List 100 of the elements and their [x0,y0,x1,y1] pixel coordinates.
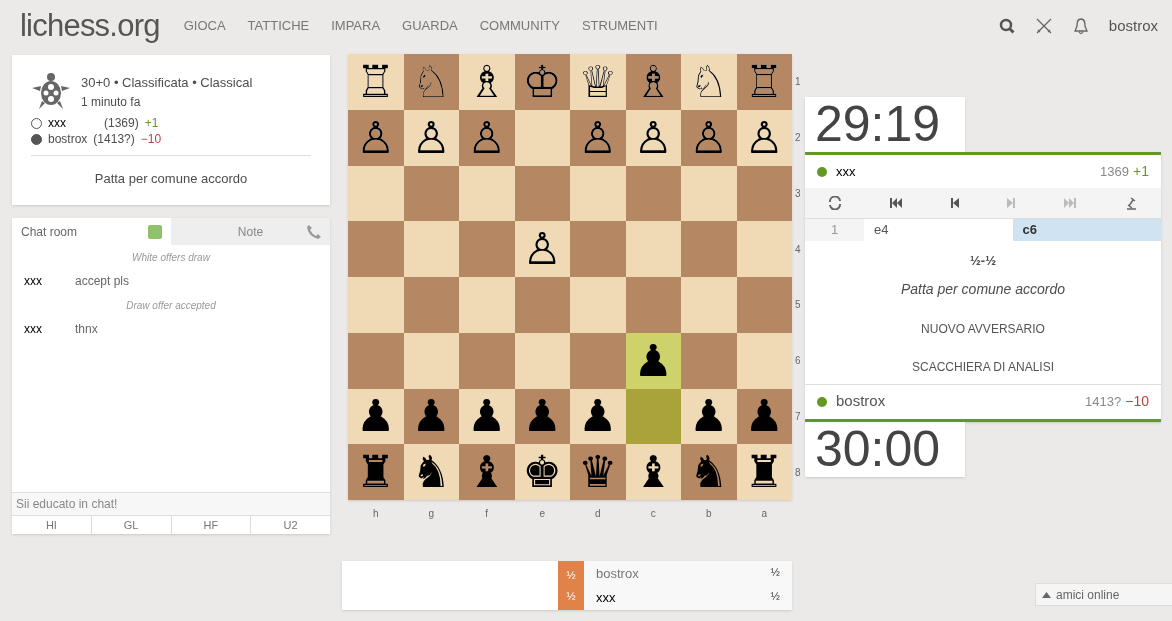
flip-board-icon[interactable] [828,196,843,210]
chess-piece[interactable]: ♟ [411,394,451,439]
previous-move-icon[interactable] [949,197,960,209]
board-square[interactable]: ♟ [514,388,570,445]
board-square[interactable]: ♙ [348,109,404,166]
board-square[interactable] [681,332,737,389]
chess-piece[interactable]: ♙ [689,115,729,160]
player-name[interactable]: xxx [596,587,616,607]
chat-toggle[interactable] [148,224,162,239]
board-square[interactable]: ♟ [681,388,737,445]
preset-button[interactable]: GL [90,516,171,534]
nav-link[interactable]: GIOCA [183,16,226,36]
board-square[interactable] [514,165,570,222]
nav-link[interactable]: STRUMENTI [581,16,658,36]
board-square[interactable]: ♖ [348,54,404,110]
chess-piece[interactable]: ♟ [356,394,396,439]
player-name[interactable]: bostrox [48,130,88,148]
chess-piece[interactable]: ♟ [744,394,784,439]
board-square[interactable]: ♜ [348,444,404,500]
player-name[interactable]: bostrox [836,390,886,413]
chess-piece[interactable]: ♝ [633,450,673,495]
board-square[interactable]: ♞ [403,444,459,500]
bell-icon[interactable] [1072,17,1089,35]
board-square[interactable] [348,221,404,277]
board-square[interactable]: ♕ [570,54,626,110]
board-square[interactable]: ♟ [348,388,404,445]
highlighted-square[interactable] [625,388,681,445]
board-square[interactable]: ♟ [459,388,515,445]
board-square[interactable] [736,221,792,277]
board-square[interactable]: ♝ [625,444,681,500]
chess-piece[interactable]: ♜ [744,450,784,495]
board-square[interactable]: ♚ [514,444,570,500]
board-square[interactable]: ♟ [570,388,626,445]
board-square[interactable] [736,277,792,333]
next-move-icon[interactable] [1006,197,1017,209]
nav-link[interactable]: IMPARA [331,16,381,36]
board-square[interactable] [348,277,404,333]
site-logo[interactable]: lichess.org [20,2,160,50]
move[interactable]: c6 [1012,219,1161,241]
chess-board[interactable]: ♖ ♘ ♗ ♔ ♕ ♗ ♘ ♖ ♙ ♙ ♙ ♙ ♙ ♙ ♙ ♙ ♟ ♟ ♟ ♟ ♟ ♟ ♟ ♟ ♜ ♞ ♝ ♚ ♛ ♝ ♞ ♜ [348,54,792,500]
chat-user[interactable]: xxx [24,320,75,338]
board-square[interactable] [514,109,570,166]
board-square[interactable]: ♙ [681,109,737,166]
board-square[interactable]: ♔ [514,54,570,110]
highlighted-square[interactable]: ♟ [625,332,681,389]
chess-piece[interactable]: ♙ [467,115,507,160]
chess-piece[interactable]: ♗ [467,59,507,104]
chess-piece[interactable]: ♜ [356,450,396,495]
chess-piece[interactable]: ♙ [411,115,451,160]
board-square[interactable] [514,277,570,333]
preset-button[interactable]: HI [12,516,91,534]
board-square[interactable] [459,165,515,222]
board-square[interactable]: ♙ [403,109,459,166]
board-square[interactable]: ♜ [736,444,792,500]
board-square[interactable] [736,165,792,222]
board-square[interactable] [348,165,404,222]
action-button[interactable]: SCACCHIERA DI ANALISI [911,357,1054,376]
phone-icon[interactable] [306,223,322,240]
chess-piece[interactable]: ♚ [522,450,562,495]
chat-input[interactable]: Sii educato in chat! [12,492,330,515]
board-square[interactable]: ♛ [570,444,626,500]
player-name[interactable]: xxx [836,161,856,182]
friends-bar[interactable]: amici online [1035,583,1172,606]
nav-link[interactable]: TATTICHE [247,16,310,36]
preset-button[interactable]: U2 [250,516,330,534]
chess-piece[interactable]: ♘ [411,59,451,104]
board-square[interactable]: ♗ [459,54,515,110]
chat-user[interactable]: xxx [24,272,75,290]
action-button[interactable]: NUOVO AVVERSARIO [921,319,1045,338]
board-square[interactable] [625,165,681,222]
chess-piece[interactable]: ♟ [522,394,562,439]
preset-button[interactable]: HF [170,516,251,534]
board-square[interactable]: ♙ [459,109,515,166]
move[interactable]: e4 [864,219,1013,241]
board-square[interactable]: ♙ [736,109,792,166]
board-square[interactable] [570,332,626,389]
chess-piece[interactable]: ♝ [467,450,507,495]
board-square[interactable]: ♙ [514,221,570,277]
chess-piece[interactable]: ♞ [411,450,451,495]
board-square[interactable] [681,277,737,333]
chess-piece[interactable]: ♕ [578,59,618,104]
chess-piece[interactable]: ♔ [522,59,562,104]
board-square[interactable] [459,332,515,389]
last-move-icon[interactable] [1062,197,1077,209]
board-square[interactable]: ♘ [403,54,459,110]
chess-piece[interactable]: ♟ [467,394,507,439]
board-square[interactable] [570,165,626,222]
chess-piece[interactable]: ♟ [578,394,618,439]
chess-piece[interactable]: ♙ [356,115,396,160]
board-square[interactable] [736,332,792,389]
board-square[interactable]: ♖ [736,54,792,110]
board-square[interactable] [625,277,681,333]
chat-tab[interactable]: Chat room [12,218,171,245]
board-square[interactable]: ♝ [459,444,515,500]
board-square[interactable] [570,221,626,277]
chess-piece[interactable]: ♞ [689,450,729,495]
chess-piece[interactable]: ♖ [744,59,784,104]
chess-piece[interactable]: ♟ [633,338,673,383]
board-square[interactable] [459,277,515,333]
board-square[interactable] [570,277,626,333]
